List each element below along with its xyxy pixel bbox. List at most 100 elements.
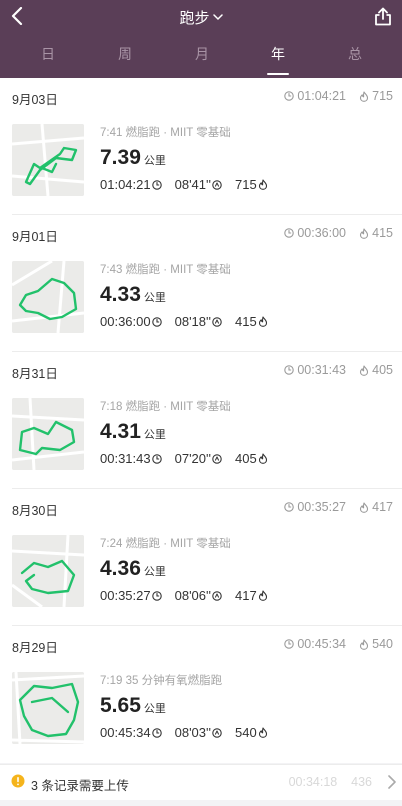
flame-icon — [360, 501, 369, 513]
daily-duration: 00:36:00 — [284, 226, 346, 240]
distance-row: 4.31 公里 — [100, 420, 166, 444]
clock-icon — [284, 365, 295, 375]
run-title: 7:24 燃脂跑 · MIIT 零基础 — [100, 538, 231, 550]
route-map-thumbnail[interactable] — [12, 124, 84, 196]
record-date: 9月03日 — [12, 93, 58, 107]
record-info: 7:18 燃脂跑 · MIIT 零基础 4.31 公里 00:31:43 07'20''… — [100, 398, 390, 466]
pace-stat: 08'18'' — [175, 314, 222, 329]
pace-icon — [212, 453, 222, 464]
run-record[interactable]: 9月03日 01:04:21 715 7:41 燃脂跑 · MIIT 零基础 7.39 公… — [0, 78, 402, 215]
tab-month[interactable]: 月 — [182, 44, 222, 64]
clock-icon — [151, 453, 162, 464]
active-tab-indicator — [267, 73, 289, 75]
record-info: 7:19 35 分钟有氧燃脂跑 5.65 公里 00:45:34 08'03'' 540 — [100, 672, 390, 740]
upload-reminder-bar[interactable]: 3 条记录需要上传 00:34:18 436 — [0, 764, 402, 800]
record-date: 8月30日 — [12, 504, 58, 518]
chevron-down-icon — [212, 14, 223, 21]
tab-year[interactable]: 年 — [258, 44, 298, 64]
chevron-right-icon — [388, 775, 396, 789]
record-date: 9月01日 — [12, 230, 58, 244]
flame-icon — [360, 90, 369, 102]
calories-stat: 715 — [235, 177, 268, 192]
run-title: 7:19 35 分钟有氧燃脂跑 — [100, 675, 223, 687]
distance-unit: 公里 — [143, 703, 166, 715]
stats-row: 00:31:43 07'20'' 405 — [100, 451, 268, 466]
clock-icon — [284, 91, 295, 101]
clock-icon — [284, 639, 295, 649]
daily-calories: 417 — [359, 500, 393, 514]
flame-icon — [258, 590, 267, 601]
stats-row: 01:04:21 08'41'' 715 — [100, 177, 268, 192]
period-tabs: 日 周 月 年 总 — [0, 44, 402, 75]
pace-stat: 08'41'' — [175, 177, 222, 192]
pace-icon — [212, 316, 222, 327]
pace-icon — [212, 727, 222, 738]
flame-icon — [360, 364, 369, 376]
clock-icon — [284, 502, 295, 512]
run-title: 7:43 燃脂跑 · MIIT 零基础 — [100, 264, 231, 276]
share-button[interactable] — [372, 4, 394, 28]
date-header: 8月29日 00:45:34 540 — [0, 626, 402, 660]
distance-value: 4.33 — [100, 283, 141, 306]
distance-value: 5.65 — [100, 694, 141, 717]
record-info: 7:41 燃脂跑 · MIIT 零基础 7.39 公里 01:04:21 08'41''… — [100, 124, 390, 192]
date-header: 8月30日 00:35:27 417 — [0, 489, 402, 523]
route-map-thumbnail[interactable] — [12, 398, 84, 470]
page-title: 跑步 — [179, 10, 210, 27]
route-map-thumbnail[interactable] — [12, 261, 84, 333]
daily-duration: 00:35:27 — [284, 500, 346, 514]
route-map-thumbnail[interactable] — [12, 672, 84, 744]
distance-value: 7.39 — [100, 146, 141, 169]
distance-unit: 公里 — [143, 429, 166, 441]
tab-total[interactable]: 总 — [335, 44, 375, 64]
route-map — [12, 261, 84, 333]
run-record[interactable]: 9月01日 00:36:00 415 7:43 燃脂跑 · MIIT 零基础 4.33 公… — [0, 215, 402, 352]
daily-duration: 01:04:21 — [284, 89, 346, 103]
record-date: 8月31日 — [12, 367, 58, 381]
duration-stat: 00:36:00 — [100, 314, 162, 329]
run-record[interactable]: 8月30日 00:35:27 417 7:24 燃脂跑 · MIIT 零基础 4.36 公… — [0, 489, 402, 626]
stats-row: 00:45:34 08'03'' 540 — [100, 725, 268, 740]
daily-calories: 405 — [359, 363, 393, 377]
clock-icon — [151, 179, 162, 190]
flame-icon — [258, 316, 267, 327]
tab-day[interactable]: 日 — [28, 44, 68, 64]
duration-stat: 00:35:27 — [100, 588, 162, 603]
clock-icon — [151, 316, 162, 327]
route-map-thumbnail[interactable] — [12, 535, 84, 607]
route-map — [12, 672, 84, 744]
pace-icon — [212, 590, 222, 601]
route-map — [12, 124, 84, 196]
run-title: 7:41 燃脂跑 · MIIT 零基础 — [100, 127, 231, 139]
distance-value: 4.36 — [100, 557, 141, 580]
flame-icon — [360, 638, 369, 650]
distance-row: 7.39 公里 — [100, 146, 166, 170]
daily-calories: 715 — [359, 89, 393, 103]
distance-row: 5.65 公里 — [100, 694, 166, 718]
tab-week[interactable]: 周 — [105, 44, 145, 64]
record-info: 7:43 燃脂跑 · MIIT 零基础 4.33 公里 00:36:00 08'18''… — [100, 261, 390, 329]
route-map — [12, 535, 84, 607]
distance-row: 4.36 公里 — [100, 557, 166, 581]
record-date: 8月29日 — [12, 641, 58, 655]
date-header: 9月03日 01:04:21 715 — [0, 78, 402, 112]
flame-icon — [258, 179, 267, 190]
sport-type-selector[interactable]: 跑步 — [0, 7, 402, 28]
run-record[interactable]: 8月29日 00:45:34 540 7:19 35 分钟有氧燃脂跑 5.65 公里 00:… — [0, 626, 402, 763]
distance-unit: 公里 — [143, 292, 166, 304]
stats-row: 00:36:00 08'18'' 415 — [100, 314, 268, 329]
daily-calories: 415 — [359, 226, 393, 240]
run-title: 7:18 燃脂跑 · MIIT 零基础 — [100, 401, 231, 413]
distance-unit: 公里 — [143, 566, 166, 578]
daily-duration: 00:45:34 — [284, 637, 346, 651]
date-header: 8月31日 00:31:43 405 — [0, 352, 402, 386]
pace-icon — [212, 179, 222, 190]
calories-stat: 415 — [235, 314, 268, 329]
distance-unit: 公里 — [143, 155, 166, 167]
pace-stat: 07'20'' — [175, 451, 222, 466]
route-map — [12, 398, 84, 470]
partially-hidden-summary: 00:34:18 436 — [288, 775, 372, 789]
daily-duration: 00:31:43 — [284, 363, 346, 377]
run-record[interactable]: 8月31日 00:31:43 405 7:18 燃脂跑 · MIIT 零基础 4.31 公… — [0, 352, 402, 489]
duration-stat: 01:04:21 — [100, 177, 162, 192]
